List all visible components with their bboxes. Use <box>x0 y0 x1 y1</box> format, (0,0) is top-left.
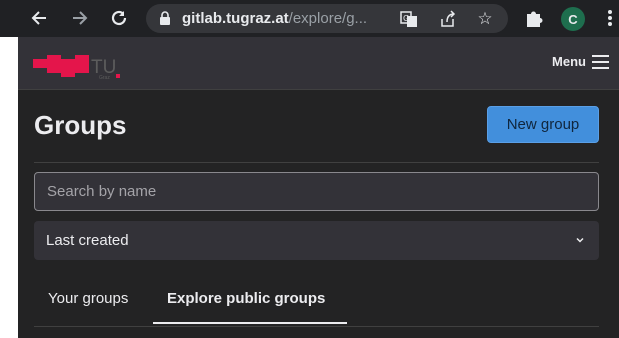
share-icon[interactable] <box>438 10 456 28</box>
sort-selected-value: Last created <box>46 232 129 249</box>
chevron-down-icon <box>576 237 584 243</box>
url-path: /explore/g... <box>288 10 368 27</box>
browser-toolbar: gitlab.tugraz.at/explore/g... G ☆ C <box>0 0 619 37</box>
reload-icon[interactable] <box>107 6 131 30</box>
lock-icon <box>160 11 170 25</box>
tab-your-groups[interactable]: Your groups <box>48 290 128 307</box>
menu-button[interactable]: Menu <box>552 54 609 69</box>
back-arrow-icon[interactable] <box>27 6 51 30</box>
tabs-divider <box>34 326 599 327</box>
main-content: Groups New group Search by name Last cre… <box>18 90 619 338</box>
logo-graz-text: Graz <box>99 75 110 81</box>
sort-dropdown[interactable]: Last created <box>34 221 599 260</box>
url-text: gitlab.tugraz.at/explore/g... <box>182 10 367 27</box>
url-host: gitlab.tugraz.at <box>182 10 289 27</box>
active-tab-indicator <box>153 322 347 324</box>
tu-graz-logo[interactable]: TU Graz <box>33 51 143 81</box>
search-input[interactable]: Search by name <box>34 172 599 211</box>
new-group-button[interactable]: New group <box>487 106 599 143</box>
extensions-puzzle-icon[interactable] <box>524 8 544 28</box>
menu-label: Menu <box>552 54 586 69</box>
profile-avatar[interactable]: C <box>561 7 585 31</box>
hamburger-icon <box>592 54 609 69</box>
address-bar[interactable]: gitlab.tugraz.at/explore/g... G ☆ <box>146 4 508 33</box>
svg-text:G: G <box>403 14 409 23</box>
browser-menu-icon[interactable] <box>606 8 614 28</box>
tab-explore-public-groups[interactable]: Explore public groups <box>167 290 325 307</box>
bookmark-star-icon[interactable]: ☆ <box>476 10 494 28</box>
divider <box>34 162 599 163</box>
forward-arrow-icon[interactable] <box>68 6 92 30</box>
translate-icon[interactable]: G <box>400 10 418 28</box>
gitlab-header: TU Graz Menu <box>18 37 619 90</box>
page-title: Groups <box>34 110 127 140</box>
group-tabs: Your groups Explore public groups <box>34 280 599 327</box>
